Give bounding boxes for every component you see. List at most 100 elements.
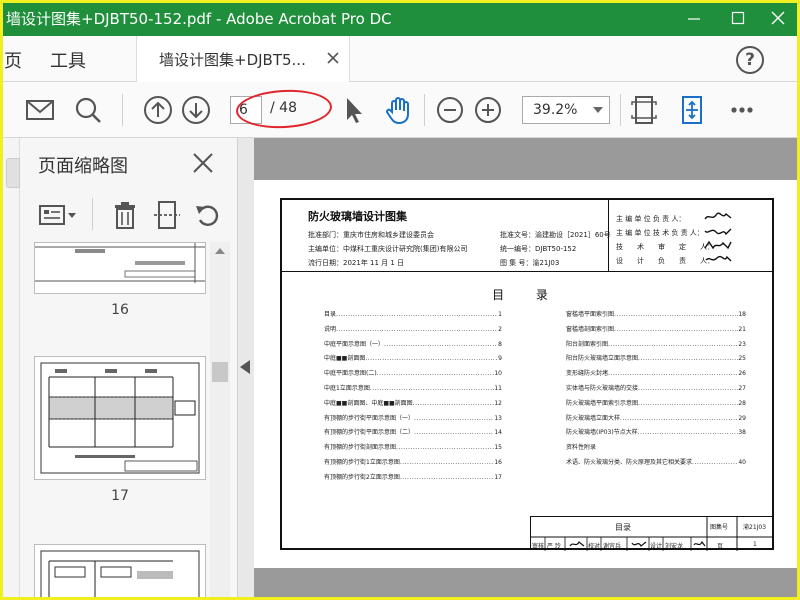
toc-entry[interactable]: 窗槛墙剖面索引图................................… (566, 323, 746, 338)
toc-entry-title: 阳台剖面索引图 (566, 340, 609, 348)
title-block-cell: 设计 (650, 543, 663, 550)
find-button[interactable] (72, 94, 104, 126)
drawing-frame: 防火玻璃墙设计图集 批准部门：重庆市住房和城乡建设委员会 主编单位：中煤科工重庆… (280, 198, 774, 551)
thumbnail-scrollbar[interactable] (210, 242, 230, 600)
main-toolbar: 6 / 48 39.2% (0, 82, 800, 138)
toc-entry-page: 40 (738, 458, 746, 466)
toc-entry-title: 防火玻璃墙立面大样 (566, 414, 621, 422)
panel-toolbar (20, 194, 238, 238)
thumbnail-options-icon[interactable] (38, 200, 78, 230)
email-button[interactable] (24, 94, 56, 126)
minimize-button[interactable] (672, 4, 716, 32)
signature-image (693, 540, 706, 547)
collapse-panel-arrow-icon[interactable] (240, 360, 250, 374)
toc-entry-title: 中庭■■剖面图、中庭■■剖面图 (324, 399, 413, 407)
toc-entry-title: 有顶棚的步行街平面示意图（二） (324, 429, 415, 437)
close-icon (771, 11, 785, 25)
window-title: 墙设计图集+DJBT50-152.pdf - Adobe Acrobat Pro… (6, 10, 392, 28)
thumbnail-list: 16 17 (20, 242, 210, 600)
plus-circle-icon (475, 97, 501, 123)
close-window-button[interactable] (756, 4, 800, 32)
toc-entry[interactable]: 阳台剖面索引图.................................… (566, 338, 746, 353)
previous-page-button[interactable] (142, 94, 174, 126)
maximize-button[interactable] (716, 4, 760, 32)
toc-leader-dots: ........................................… (336, 325, 498, 333)
tab-home[interactable]: 页 (4, 47, 22, 73)
toc-entry-title: 阳台防火玻璃墙立面示意图 (566, 355, 639, 363)
toc-entry[interactable]: 术语、防火玻璃分类、防火原理及其它相关要求...................… (566, 456, 746, 471)
scrollbar-thumb[interactable] (212, 362, 228, 382)
tab-document[interactable]: 墙设计图集+DJBT5... (136, 36, 350, 82)
toc-entry[interactable]: 窗槛墙平面索引图................................… (566, 308, 746, 323)
toc-entry[interactable]: 变形缝防火封堵.................................… (566, 367, 746, 382)
atlas-number: 图 集 号：渝21J03 (500, 259, 560, 267)
close-panel-icon[interactable] (192, 152, 214, 174)
thumbnail-preview (35, 243, 205, 283)
red-annotation-ellipse (235, 87, 333, 131)
toc-entry-page: 10 (494, 370, 502, 378)
toc-entry[interactable]: 实体墙与防火玻璃墙的交接............................… (566, 382, 746, 397)
document-view[interactable]: 防火玻璃墙设计图集 批准部门：重庆市住房和城乡建设委员会 主编单位：中煤科工重庆… (254, 138, 800, 600)
hand-icon (386, 97, 409, 125)
toc-leader-dots: ........................................… (608, 340, 739, 348)
fit-page-button[interactable] (628, 94, 660, 126)
thumbnail-page[interactable] (34, 544, 206, 600)
help-button[interactable]: ? (736, 46, 764, 74)
minimize-icon (688, 18, 700, 20)
select-tool-button[interactable] (338, 94, 370, 126)
tab-tools[interactable]: 工具 (50, 47, 86, 73)
toc-leader-dots: ........................................… (608, 370, 739, 378)
role-line: 主 编 单 位 技 术 负 责 人： (616, 229, 704, 237)
scroll-up-arrow-icon[interactable] (215, 248, 225, 254)
toc-leader-dots: ........................................… (620, 414, 738, 422)
thumbnail-page[interactable] (34, 242, 206, 294)
next-page-button[interactable] (180, 94, 212, 126)
toc-leader-dots: ........................................… (614, 311, 739, 318)
toc-entry-title: 中庭平面示意图(二) (324, 370, 377, 378)
close-tab-icon[interactable] (327, 52, 339, 64)
zoom-in-button[interactable] (472, 94, 504, 126)
toc-leader-dots: ........................................… (614, 325, 739, 333)
toc-entry[interactable]: 说明......................................… (324, 323, 502, 338)
page-extract-icon[interactable] (152, 200, 182, 230)
toolbar-separator (620, 94, 621, 126)
zoom-level-select[interactable]: 39.2% (522, 96, 610, 124)
toc-entry[interactable]: 中庭平面示意图(二)..............................… (324, 367, 502, 382)
zoom-out-button[interactable] (434, 94, 466, 126)
role-line: 技 术 审 定 人： (616, 243, 714, 251)
role-line: 主 编 单 位 负 责 人： (616, 215, 686, 223)
approval-number: 批准文号：渝建勘设［2021］60号 (500, 231, 611, 239)
toc-entry[interactable]: 阳台防火玻璃墙立面示意图............................… (566, 352, 746, 367)
scroll-mode-button[interactable] (676, 94, 708, 126)
nav-pane-tab[interactable] (6, 158, 20, 188)
toc-entry[interactable]: 资料性附录 (566, 441, 746, 456)
toc-entry[interactable]: 防火玻璃墙平面索引示意图............................… (566, 397, 746, 412)
toc-entry[interactable]: 中庭■■剖面图.................................… (324, 352, 502, 367)
rotate-icon[interactable] (192, 200, 222, 230)
toc-entry-title: 中庭1立面示意图 (324, 384, 370, 392)
more-tools-button[interactable] (726, 94, 758, 126)
toc-entry[interactable]: 有顶棚的步行街平面示意图（二）.........................… (324, 426, 502, 441)
thumbnail-page[interactable] (34, 356, 206, 480)
toc-entry-title: 有顶棚的步行街1立面示意图 (324, 458, 400, 466)
toc-entry-page: 15 (494, 444, 502, 452)
thumbnail-page-number: 16 (111, 302, 129, 318)
toc-entry[interactable]: 有顶棚的步行街剖面示意图............................… (324, 441, 502, 456)
toc-entry[interactable]: 防火玻璃墙(IP03)节点大样.........................… (566, 426, 746, 441)
toc-entry[interactable]: 中庭平面示意图（一）..............................… (324, 338, 502, 353)
toc-entry[interactable]: 目录......................................… (324, 308, 502, 323)
toc-entry[interactable]: 防火玻璃墙立面大样...............................… (566, 412, 746, 427)
toc-entry[interactable]: 中庭■■剖面图、中庭■■剖面图.........................… (324, 397, 502, 412)
toc-entry-title: 防火玻璃墙(IP03)节点大样 (566, 429, 638, 437)
toc-entry-page: 14 (494, 429, 502, 437)
toc-entry[interactable]: 有顶棚的步行街平面示意图（一）.........................… (324, 412, 502, 427)
toc-entry[interactable]: 有顶棚的步行街1立面示意图...........................… (324, 456, 502, 471)
toc-entry[interactable]: 有顶棚的步行街2立面示意图...........................… (324, 471, 502, 486)
hand-tool-button[interactable] (384, 94, 416, 126)
title-block-cell: 校对 (588, 543, 601, 550)
signature-image (704, 228, 732, 236)
toc-entry[interactable]: 中庭1立面示意图................................… (324, 382, 502, 397)
toc-leader-dots: ........................................… (396, 444, 495, 452)
toc-left-column: 目录......................................… (324, 308, 502, 486)
trash-icon[interactable] (110, 200, 140, 230)
